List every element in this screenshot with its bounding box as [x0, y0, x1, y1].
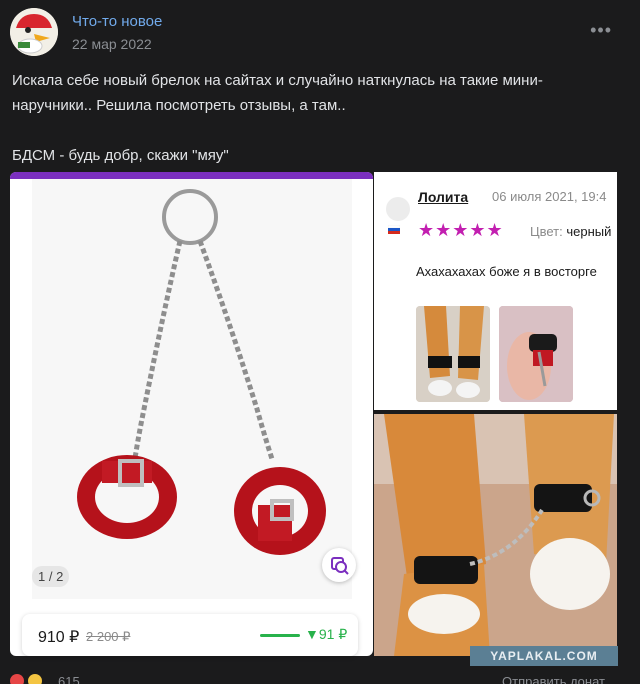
product-photo	[32, 179, 352, 599]
color-label: Цвет:	[530, 224, 563, 239]
community-avatar[interactable]	[10, 8, 58, 56]
post-text-line: БДСМ - будь добр, скажи "мяу"	[12, 147, 229, 164]
more-options-icon[interactable]: •••	[590, 20, 612, 41]
color-value: черный	[566, 224, 612, 239]
color-attribute: Цвет: черный	[530, 224, 611, 239]
search-lens-icon	[331, 557, 349, 575]
post-date[interactable]: 22 мар 2022	[72, 36, 152, 52]
post-text-line: Искала себе новый брелок на сайтах и слу…	[12, 72, 543, 89]
watermark: YAPLAKAL.COM	[470, 646, 618, 666]
reactions-count[interactable]: 615	[58, 674, 80, 684]
review-photo-large[interactable]	[374, 414, 617, 656]
donate-button[interactable]: Отправить донат	[502, 674, 605, 684]
russia-flag-icon	[388, 225, 400, 234]
review-card[interactable]: Лолита 06 июля 2021, 19:4 ★★★★★ Цвет: че…	[374, 172, 617, 410]
review-photo-thumbnail[interactable]	[416, 306, 490, 402]
post-text: Искала себе новый брелок на сайтах и слу…	[12, 68, 622, 168]
old-price: 2 200 ₽	[86, 629, 131, 644]
rating-stars: ★★★★★	[418, 220, 504, 240]
marketplace-accent-bar	[10, 172, 373, 179]
price-trend-line	[260, 634, 300, 637]
review-text: Ахахахахах боже я в восторге	[416, 264, 597, 279]
post-footer: 615 Отправить донат	[0, 672, 640, 684]
reviewer-avatar	[386, 197, 410, 221]
review-date: 06 июля 2021, 19:4	[492, 189, 607, 204]
reviewer-name[interactable]: Лолита	[418, 189, 468, 205]
current-price: 910 ₽	[38, 629, 80, 646]
price-box: 910 ₽ 2 200 ₽ ▼91 ₽	[22, 614, 358, 656]
laugh-reaction-icon[interactable]	[28, 674, 42, 684]
review-photo-thumbnail[interactable]	[499, 306, 573, 402]
heart-reaction-icon[interactable]	[10, 674, 24, 684]
community-name[interactable]: Что-то новое	[72, 13, 162, 30]
image-pager[interactable]: 1 / 2	[32, 566, 70, 587]
image-search-button[interactable]	[322, 548, 356, 582]
post-text-line: наручники.. Решила посмотреть отзывы, а …	[12, 97, 346, 114]
price-drop: ▼91 ₽	[305, 626, 348, 642]
